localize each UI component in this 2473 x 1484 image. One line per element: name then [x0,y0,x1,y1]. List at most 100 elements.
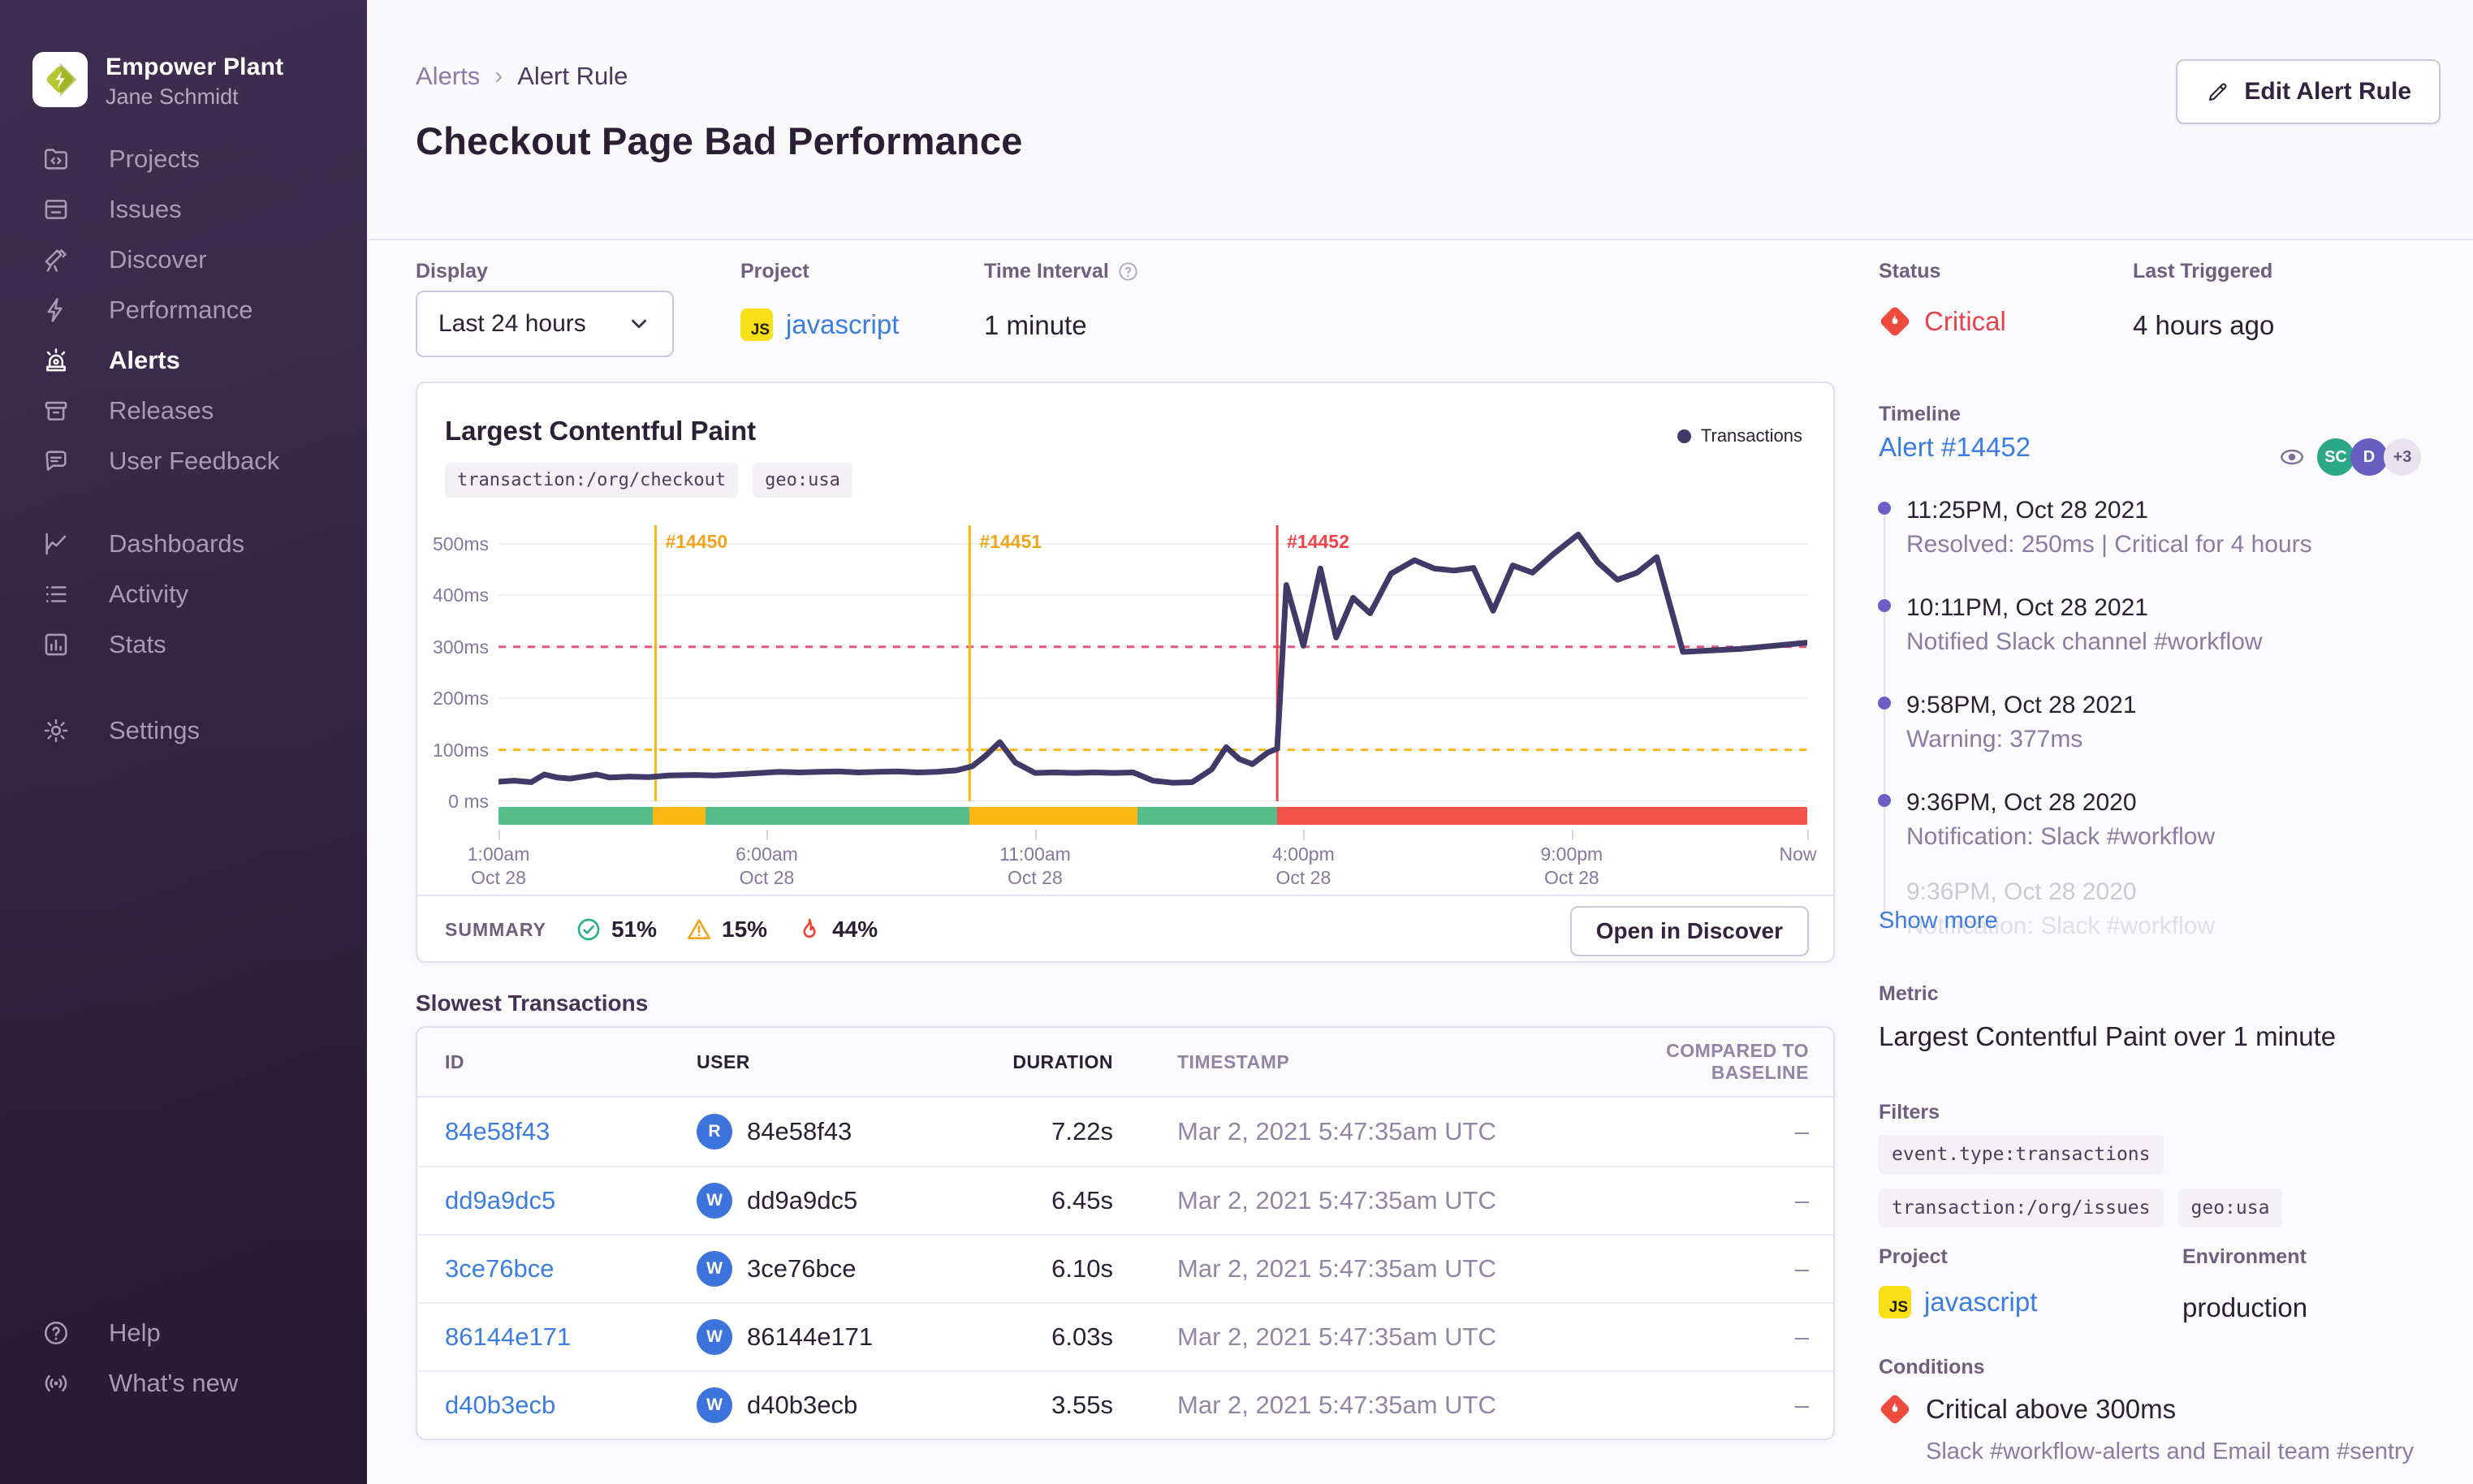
legend-series-dot [1677,429,1691,443]
x-axis-tick [1034,830,1037,840]
incident-line-label[interactable]: #14451 [979,531,1042,553]
dashboards-icon [45,533,67,555]
alert-rule-page: Empower Plant Jane Schmidt Projects Issue… [0,0,2473,1484]
chevron-right-icon: › [494,63,503,89]
discover-icon [45,249,67,272]
user-feedback-icon [45,451,67,471]
x-axis-tick [1571,830,1573,840]
timestamp-cell: Mar 2, 2021 5:47:35am UTC [1177,1322,1496,1351]
sidebar-item-activity[interactable]: Activity [0,569,367,619]
y-axis-tick-label: 0 ms [448,791,489,812]
status-strip-segment [969,807,1137,825]
environment-value: production [2182,1292,2308,1322]
summary-label: SUMMARY [445,918,546,940]
sidebar-item-label: Dashboards [109,529,245,558]
display-range-dropdown[interactable]: Last 24 hours [416,291,674,357]
status-strip-segment [1137,807,1278,825]
open-in-discover-button[interactable]: Open in Discover [1569,906,1809,956]
question-circle-icon[interactable] [1117,261,1139,283]
chart-legend: Transactions [1677,425,1802,446]
x-axis-tick-label: 6:00am Oct 28 [736,843,798,888]
sidebar-item-performance[interactable]: Performance [0,285,367,335]
timeline-event-time: 10:11PM, Oct 28 2021 [1906,594,2148,621]
user-id: d40b3ecb [747,1391,858,1419]
user-id: 84e58f43 [747,1117,852,1145]
chart-tag-chip: transaction:/org/checkout [445,463,739,498]
lcp-chart-plot[interactable] [495,525,1811,802]
condition-description: Slack #workflow-alerts and Email team #s… [1926,1439,2415,1465]
last-triggered-text: 4 hours ago [2133,310,2275,340]
org-logo[interactable] [32,52,88,107]
duration-cell: 7.22s [1051,1117,1113,1145]
table-row: d40b3ecb Wd40b3ecb 3.55s Mar 2, 2021 5:47:3… [417,1370,1833,1439]
user-avatar: W [697,1183,732,1219]
detail-project-label: Project [1879,1245,1948,1268]
chart-tag-chip: geo:usa [753,463,852,498]
environment-label: Environment [2182,1245,2307,1268]
main-content: Alerts › Alert Rule Checkout Page Bad Pe… [367,0,2473,1484]
transaction-id-link[interactable]: d40b3ecb [445,1391,555,1419]
sidebar-item-settings[interactable]: Settings [0,705,367,756]
sidebar: Empower Plant Jane Schmidt Projects Issue… [0,0,367,1484]
transaction-id-link[interactable]: dd9a9dc5 [445,1186,555,1214]
table-row: 3ce76bce W 3ce76bce 6.10s Mar 2, 2021 5:47:3… [417,1234,1833,1302]
projects-icon [44,149,68,170]
y-axis-tick-label: 200ms [432,688,489,710]
sidebar-item-issues[interactable]: Issues [0,184,367,235]
summary-item-fire: 44% [796,917,878,943]
x-axis-tick [498,830,500,840]
last-triggered-label: Last Triggered [2133,260,2273,283]
breadcrumb-alerts-link[interactable]: Alerts [416,62,480,91]
project-link[interactable]: javascript [786,309,899,340]
sidebar-item-label: User Feedback [109,446,280,475]
user-avatar: W [697,1319,732,1355]
detail-project-value: JS javascript [1879,1286,2037,1318]
watchers-row: SC D +3 [2274,438,2421,476]
edit-button-label: Edit Alert Rule [2244,78,2411,105]
legend-series-label: Transactions [1700,425,1802,446]
sidebar-item-releases[interactable]: Releases [0,386,367,436]
flame-glyph [1892,314,1898,325]
sidebar-item-dashboards[interactable]: Dashboards [0,519,367,569]
sidebar-item-stats[interactable]: Stats [0,619,367,670]
page-header: Alerts › Alert Rule Checkout Page Bad Pe… [367,0,2473,240]
settings-icon [44,718,68,743]
transaction-id-link[interactable]: 86144e171 [445,1322,571,1351]
chart-filter-tags: transaction:/org/checkout geo:usa [445,463,852,498]
baseline-cell: – [1794,1322,1809,1351]
filter-chip: geo:usa [2177,1188,2283,1227]
javascript-platform-icon: JS [740,308,773,341]
org-name[interactable]: Empower Plant [106,54,283,81]
help-icon [44,1321,68,1345]
pencil-icon [2209,83,2227,101]
conditions-label: Conditions [1879,1356,1985,1378]
timeline-dot [1878,599,1891,612]
sidebar-item-label: Issues [109,195,182,223]
alert-number-link[interactable]: Alert #14452 [1879,432,2031,463]
sidebar-item-alerts[interactable]: Alerts [0,335,367,386]
transaction-id-link[interactable]: 84e58f43 [445,1117,550,1145]
incident-line-label[interactable]: #14452 [1287,531,1349,553]
detail-project-link[interactable]: javascript [1924,1287,2037,1318]
sidebar-item-what-s-new[interactable]: What's new [0,1358,367,1409]
sidebar-item-projects[interactable]: Projects [0,134,367,184]
sidebar-item-user-feedback[interactable]: User Feedback [0,436,367,486]
transaction-id-link[interactable]: 3ce76bce [445,1254,554,1283]
javascript-platform-icon-small: JS [1879,1286,1911,1318]
user-id: 86144e171 [747,1322,874,1351]
breadcrumb-current: Alert Rule [517,62,628,90]
eye-icon [2281,449,2303,465]
lcp-chart-card: Largest Contentful Paint Transactions tr… [416,382,1835,963]
sidebar-item-discover[interactable]: Discover [0,235,367,285]
incident-line-label[interactable]: #14450 [665,531,727,553]
sidebar-item-help[interactable]: Help [0,1308,367,1358]
page-title: Checkout Page Bad Performance [416,119,1023,162]
table-row: dd9a9dc5 Wdd9a9dc5 6.45s Mar 2, 2021 5:47:3… [417,1166,1833,1234]
discover-button-label: Open in Discover [1595,918,1783,943]
baseline-cell: – [1794,1117,1809,1145]
metric-label: Metric [1879,982,1939,1005]
edit-alert-rule-button[interactable]: Edit Alert Rule [2176,59,2441,124]
performance-icon [47,298,63,322]
show-more-link[interactable]: Show more [1879,908,1998,934]
activity-icon [45,586,67,602]
